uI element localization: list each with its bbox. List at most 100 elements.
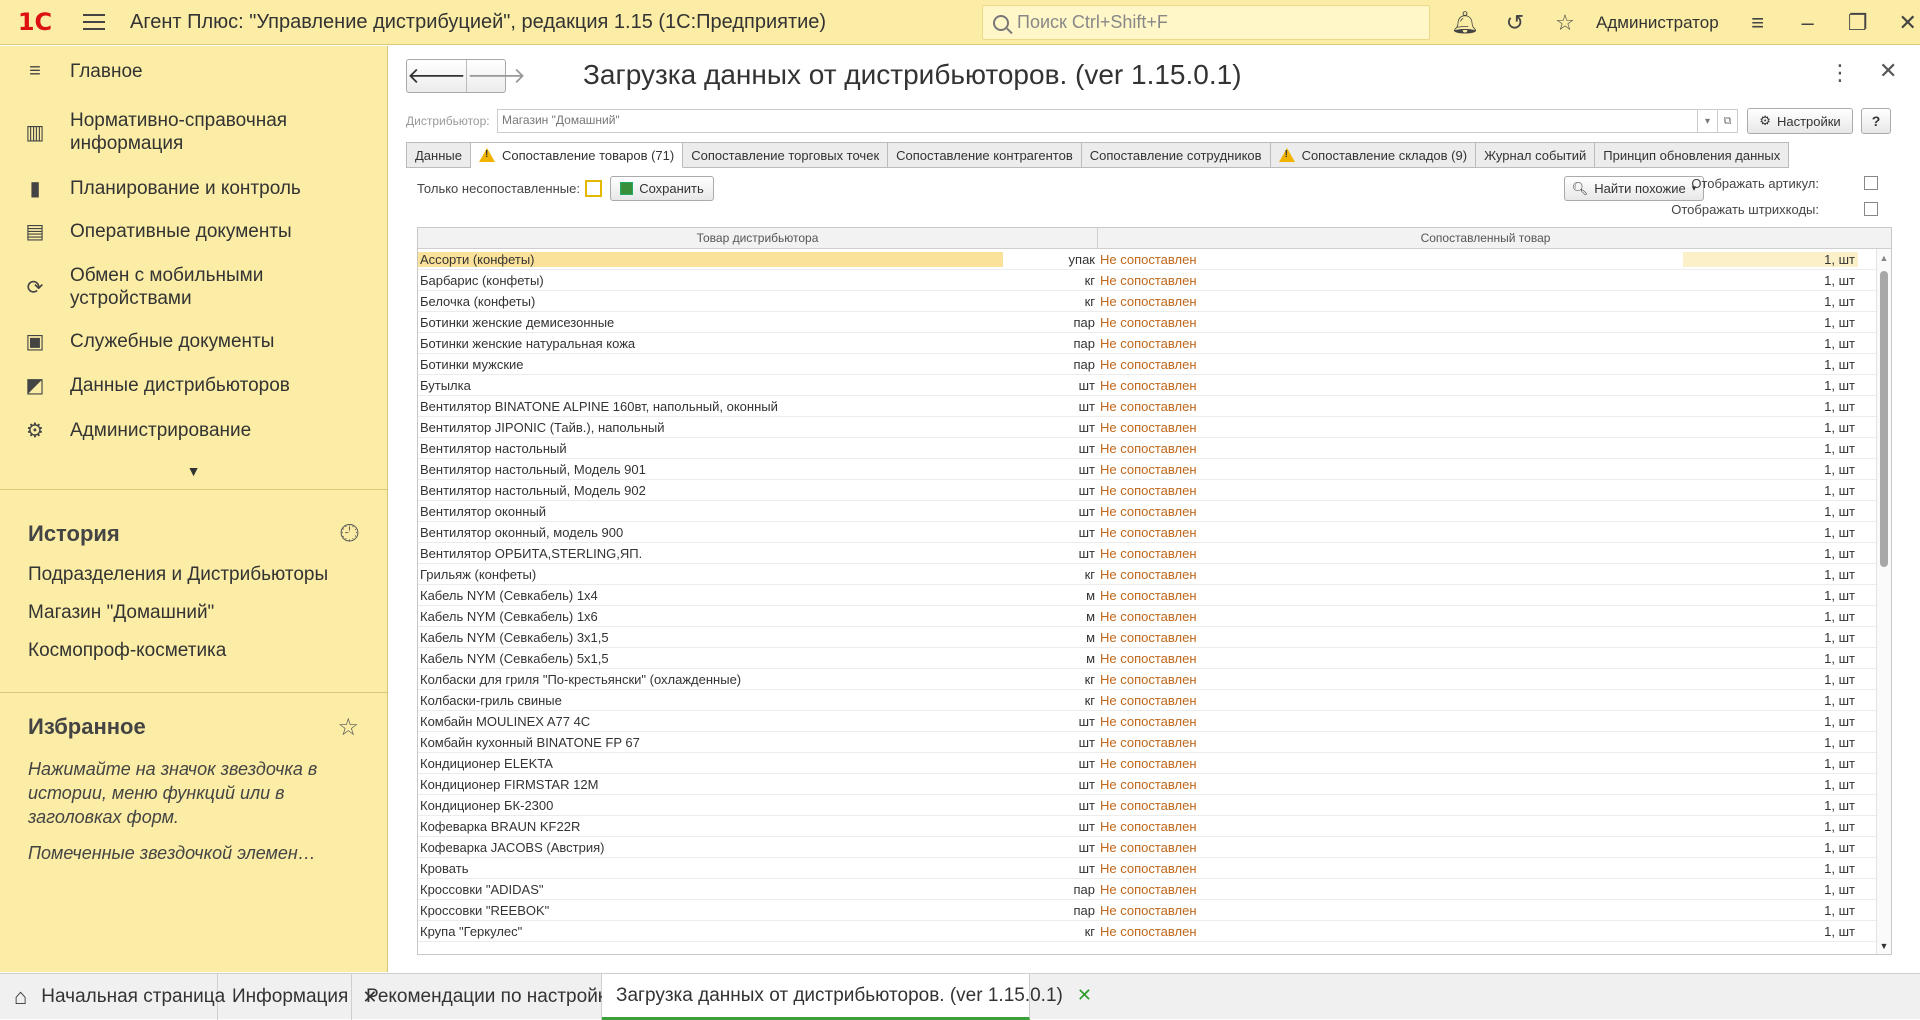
table-row[interactable]: Колбаски-гриль свиные кг Не сопоставлен 1, … <box>418 690 1891 711</box>
table-row[interactable]: Вентилятор настольный шт Не сопоставлен 1, … <box>418 438 1891 459</box>
history-clock-icon[interactable]: 🕘︎ <box>340 520 359 548</box>
col-distributor-goods[interactable]: Товар дистрибьютора <box>418 228 1098 248</box>
sidebar-collapse-button[interactable]: ▼ <box>0 452 387 490</box>
form-tab[interactable]: Сопоставление складов (9) <box>1270 142 1477 168</box>
save-button[interactable]: Сохранить <box>610 176 714 201</box>
more-vertical-icon[interactable]: ⋮ <box>1829 60 1851 86</box>
table-row[interactable]: Кондиционер FIRMSTAR 12M шт Не сопоставлен… <box>418 774 1891 795</box>
sidebar-item[interactable]: ◩ Данные дистрибьюторов <box>0 362 387 408</box>
table-row[interactable]: Комбайн кухонный BINATONE FP 67 шт Не сопо… <box>418 732 1891 753</box>
quantity-cell: 1, шт <box>1824 293 1855 309</box>
sidebar-item[interactable]: ▥ Нормативно-справочная информация <box>0 96 387 168</box>
table-row[interactable]: Кроссовки "REEBOK" пар Не сопоставлен 1, шт <box>418 900 1891 921</box>
table-row[interactable]: Вентилятор JIPONIC (Тайв.), напольный шт Н… <box>418 417 1891 438</box>
unit-cell: шт <box>1078 503 1095 519</box>
history-icon[interactable]: ↺ <box>1490 0 1540 45</box>
table-row[interactable]: Кофеварка JACOBS (Австрия) шт Не сопоставл… <box>418 837 1891 858</box>
table-row[interactable]: Вентилятор оконный шт Не сопоставлен 1, шт <box>418 501 1891 522</box>
close-form-icon[interactable]: ✕ <box>1879 58 1897 84</box>
back-arrow-icon[interactable]: 🡐 <box>407 60 466 92</box>
table-row[interactable]: Вентилятор ОРБИТА,STERLING,ЯП. шт Не сопос… <box>418 543 1891 564</box>
restore-icon[interactable]: ❐ <box>1833 0 1883 45</box>
table-row[interactable]: Кабель NYM (Севкабель) 3х1,5 м Не сопостав… <box>418 627 1891 648</box>
sidebar-item[interactable]: ▣ Служебные документы <box>0 320 387 362</box>
table-row[interactable]: Вентилятор оконный, модель 900 шт Не сопос… <box>418 522 1891 543</box>
table-row[interactable]: Барбарис (конфеты) кг Не сопоставлен 1, шт <box>418 270 1891 291</box>
table-row[interactable]: Вентилятор настольный, Модель 901 шт Не со… <box>418 459 1891 480</box>
table-row[interactable]: Белочка (конфеты) кг Не сопоставлен 1, шт <box>418 291 1891 312</box>
scroll-down-icon[interactable]: ▼ <box>1877 939 1891 953</box>
bell-icon[interactable]: 🔔︎ <box>1440 0 1490 45</box>
unit-cell: шт <box>1078 713 1095 729</box>
table-row[interactable]: Кровать шт Не сопоставлен 1, шт <box>418 858 1891 879</box>
favorites-star-icon[interactable]: ☆ <box>337 713 359 742</box>
only-unmatched-checkbox[interactable] <box>585 180 602 197</box>
bottom-tab[interactable]: Информация ✕ <box>218 974 377 1020</box>
form-tab[interactable]: Сопоставление сотрудников <box>1081 142 1271 168</box>
bottom-tab[interactable]: Рекомендации по настройке✕ <box>352 974 646 1020</box>
table-row[interactable]: Ботинки женские демисезонные пар Не сопост… <box>418 312 1891 333</box>
table-row[interactable]: Вентилятор BINATONE ALPINE 160вт, наполь… <box>418 396 1891 417</box>
bottom-tab[interactable]: ⌂ Начальная страница <box>0 974 225 1020</box>
table-row[interactable]: Кондиционер БК-2300 шт Не сопоставлен 1, шт <box>418 795 1891 816</box>
form-tab[interactable]: Сопоставление торговых точек <box>683 142 889 168</box>
forward-arrow-icon[interactable]: 🡒 <box>466 60 526 92</box>
show-article-checkbox[interactable] <box>1864 176 1878 190</box>
table-row[interactable]: Кофеварка BRAUN KF22R шт Не сопоставлен 1, … <box>418 816 1891 837</box>
help-button[interactable]: ? <box>1861 108 1891 134</box>
history-item[interactable]: Космопроф-косметика <box>28 632 359 670</box>
close-window-icon[interactable]: ✕ <box>1883 0 1920 45</box>
table-row[interactable]: Колбаски для гриля "По-крестьянски" (охл… <box>418 669 1891 690</box>
match-status-cell: Не сопоставлен <box>1100 902 1197 918</box>
table-row[interactable]: Крупа "Геркулес" кг Не сопоставлен 1, шт <box>418 921 1891 942</box>
table-row[interactable]: Кроссовки "ADIDAS" пар Не сопоставлен 1, шт <box>418 879 1891 900</box>
star-icon[interactable]: ☆ <box>1540 0 1590 45</box>
distributor-dropdown-icon[interactable]: ▾ <box>1698 109 1718 133</box>
table-row[interactable]: Ассорти (конфеты) упак Не сопоставлен 1, шт <box>418 249 1891 270</box>
sidebar-item[interactable]: ≡ Главное <box>0 46 387 96</box>
form-tab[interactable]: Данные <box>406 142 471 168</box>
unit-cell: кг <box>1084 671 1095 687</box>
nav-list: ≡ Главное ▥ Нормативно-справочная информаци… <box>0 46 387 452</box>
col-matched-goods[interactable]: Сопоставленный товар <box>1098 228 1873 248</box>
table-row[interactable]: Ботинки мужские пар Не сопоставлен 1, шт <box>418 354 1891 375</box>
table-row[interactable]: Бутылка шт Не сопоставлен 1, шт <box>418 375 1891 396</box>
table-row[interactable]: Грильяж (конфеты) кг Не сопоставлен 1, шт <box>418 564 1891 585</box>
table-row[interactable]: Кабель NYM (Севкабель) 1х4 м Не сопоставле… <box>418 585 1891 606</box>
user-name[interactable]: Администратор <box>1596 13 1719 33</box>
history-item[interactable]: Магазин "Домашний" <box>28 594 359 632</box>
history-item[interactable]: Подразделения и Дистрибьюторы <box>28 556 359 594</box>
main-menu-button[interactable] <box>70 21 118 23</box>
form-tab[interactable]: Сопоставление товаров (71) <box>470 142 684 168</box>
table-row[interactable]: Кабель NYM (Севкабель) 1х6 м Не сопоставле… <box>418 606 1891 627</box>
distributor-open-icon[interactable]: ⧉ <box>1718 109 1738 133</box>
table-scrollbar[interactable]: ▲ ▼ <box>1876 249 1891 954</box>
form-tab[interactable]: Сопоставление контрагентов <box>888 142 1082 168</box>
scroll-thumb[interactable] <box>1880 271 1888 567</box>
match-status-cell: Не сопоставлен <box>1100 398 1197 414</box>
scroll-up-icon[interactable]: ▲ <box>1877 251 1891 265</box>
sidebar-item[interactable]: ▤ Оперативные документы <box>0 208 387 254</box>
quantity-cell: 1, шт <box>1824 860 1855 876</box>
show-barcodes-checkbox[interactable] <box>1864 202 1878 216</box>
table-row[interactable]: Вентилятор настольный, Модель 902 шт Не со… <box>418 480 1891 501</box>
table-row[interactable]: Ботинки женские натуральная кожа пар Не со… <box>418 333 1891 354</box>
menu-icon: ≡ <box>29 59 41 82</box>
form-tab[interactable]: Журнал событий <box>1476 142 1596 168</box>
table-row[interactable]: Комбайн MOULINEX A77 4C шт Не сопоставлен 1… <box>418 711 1891 732</box>
settings-menu-icon[interactable]: ≡ <box>1733 0 1783 45</box>
table-row[interactable]: Кондиционер ELEKTA шт Не сопоставлен 1, шт <box>418 753 1891 774</box>
sidebar-item[interactable]: ▮ Планирование и контроль <box>0 168 387 208</box>
distributor-field[interactable]: Магазин "Домашний" <box>497 109 1698 133</box>
settings-button[interactable]: ⚙ Настройки <box>1747 108 1853 134</box>
quantity-cell: 1, шт <box>1824 671 1855 687</box>
unit-cell: м <box>1086 629 1095 645</box>
form-tab[interactable]: Принцип обновления данных <box>1595 142 1790 168</box>
minimize-icon[interactable]: – <box>1783 0 1833 45</box>
sidebar-item[interactable]: ⚙ Администрирование <box>0 408 387 452</box>
global-search-input[interactable]: Поиск Ctrl+Shift+F <box>982 5 1430 40</box>
bottom-tab[interactable]: Загрузка данных от дистрибьюторов. (ver … <box>602 974 1092 1020</box>
table-row[interactable]: Кабель NYM (Севкабель) 5х1,5 м Не сопостав… <box>418 648 1891 669</box>
close-tab-icon[interactable]: ✕ <box>1077 985 1092 1006</box>
sidebar-item[interactable]: ⟳ Обмен с мобильными устройствами <box>0 254 387 320</box>
